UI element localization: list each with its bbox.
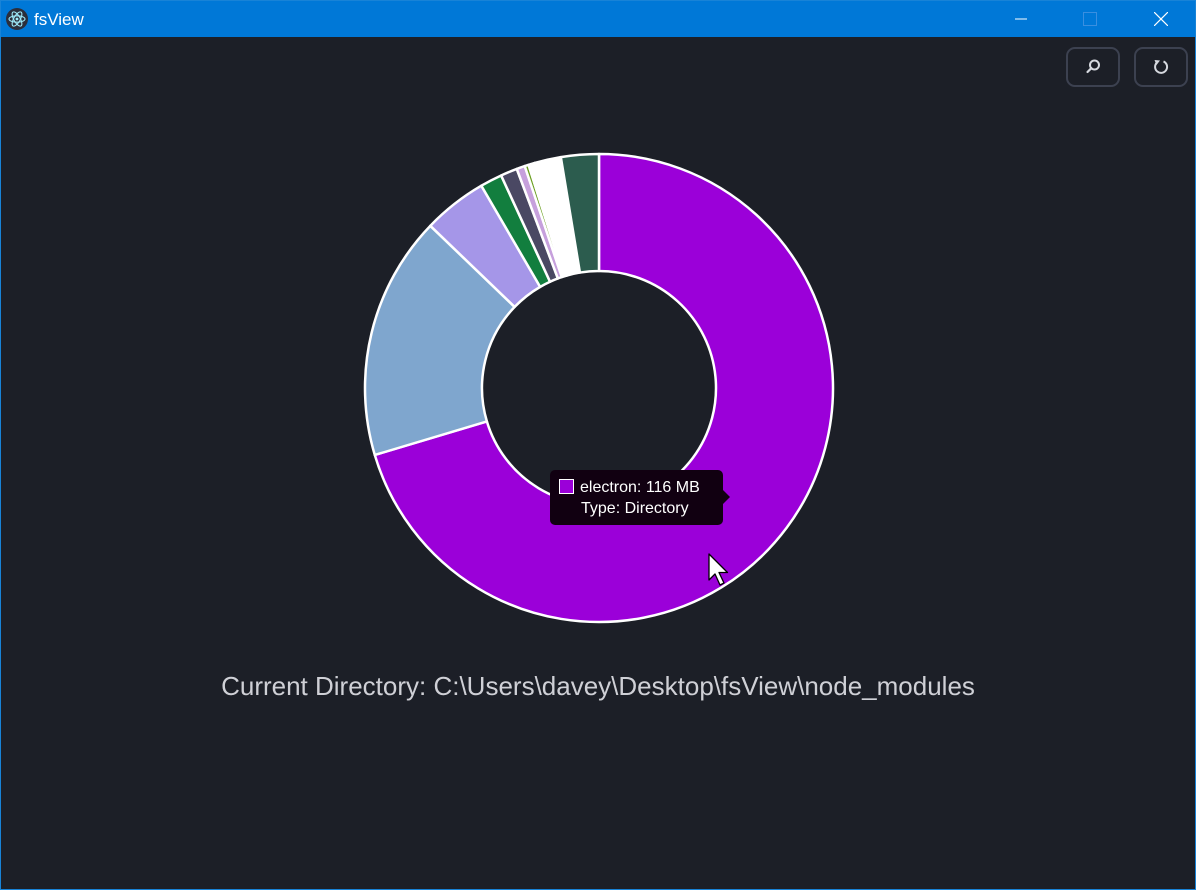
tooltip-label: electron: 116 MB <box>580 479 700 496</box>
minimize-button[interactable] <box>998 1 1044 37</box>
app-window: fsView electron: 116 MB Type: Directory … <box>0 0 1196 890</box>
main-content: electron: 116 MB Type: Directory Current… <box>1 37 1195 889</box>
electron-icon <box>6 8 28 30</box>
window-title: fsView <box>34 10 84 29</box>
title-bar[interactable]: fsView <box>1 1 1195 37</box>
current-directory-label: Current Directory: C:\Users\davey\Deskto… <box>221 671 975 701</box>
directory-donut-chart <box>363 152 835 624</box>
tooltip-type: Type: Directory <box>581 500 689 517</box>
chart-tooltip: electron: 116 MB Type: Directory <box>550 470 730 525</box>
close-icon <box>1154 12 1168 26</box>
close-button[interactable] <box>1138 1 1184 37</box>
tooltip-swatch <box>559 479 574 494</box>
maximize-icon <box>1083 12 1097 26</box>
mouse-cursor-icon <box>708 553 729 586</box>
maximize-button[interactable] <box>1067 1 1113 37</box>
minimize-icon <box>1015 18 1027 20</box>
